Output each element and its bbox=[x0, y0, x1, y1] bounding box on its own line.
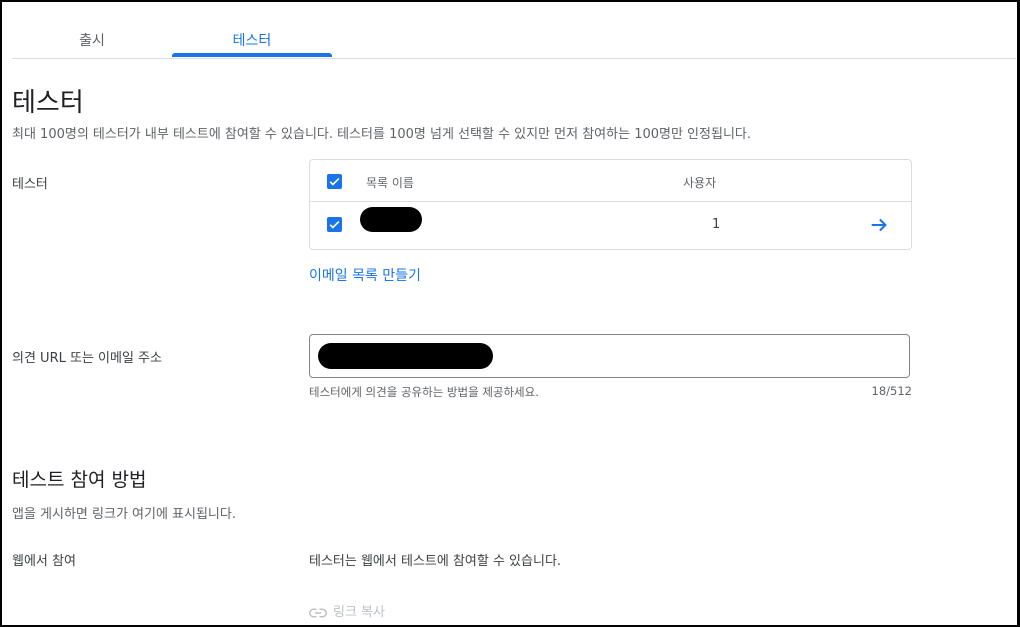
character-counter: 18/512 bbox=[871, 384, 912, 398]
redacted-list-name bbox=[360, 207, 422, 232]
web-join-label: 웹에서 참여 bbox=[12, 554, 76, 569]
row-checkbox[interactable] bbox=[327, 217, 342, 232]
window-frame bbox=[0, 0, 1020, 627]
copy-link-label: 링크 복사 bbox=[333, 605, 385, 620]
column-list-name: 목록 이름 bbox=[366, 176, 414, 190]
create-email-list-link[interactable]: 이메일 목록 만들기 bbox=[309, 265, 421, 285]
join-section-title: 테스트 참여 방법 bbox=[12, 469, 147, 491]
redacted-feedback-value bbox=[318, 343, 493, 369]
active-tab-indicator bbox=[172, 53, 332, 57]
page-description: 최대 100명의 테스터가 내부 테스트에 참여할 수 있습니다. 테스터를 1… bbox=[12, 127, 751, 142]
web-join-text: 테스터는 웹에서 테스트에 참여할 수 있습니다. bbox=[309, 554, 562, 569]
feedback-input[interactable] bbox=[309, 334, 910, 378]
tester-lists-table: 목록 이름 사용자 1 bbox=[309, 159, 912, 250]
join-section-subtitle: 앱을 게시하면 링크가 여기에 표시됩니다. bbox=[12, 507, 236, 522]
check-icon bbox=[329, 220, 340, 229]
table-header: 목록 이름 사용자 bbox=[310, 160, 911, 202]
select-all-checkbox[interactable] bbox=[327, 174, 342, 189]
copy-link-button[interactable]: 링크 복사 bbox=[309, 601, 385, 620]
page-title: 테스터 bbox=[12, 88, 84, 118]
column-users: 사용자 bbox=[683, 176, 717, 190]
tab-bar: 출시 테스터 bbox=[12, 0, 1016, 59]
tab-testers[interactable]: 테스터 bbox=[172, 30, 332, 50]
tab-release[interactable]: 출시 bbox=[12, 30, 172, 50]
check-icon bbox=[329, 177, 340, 186]
link-icon bbox=[309, 608, 327, 617]
row-user-count: 1 bbox=[712, 217, 721, 232]
testers-label: 테스터 bbox=[12, 177, 48, 192]
feedback-hint: 테스터에게 의견을 공유하는 방법을 제공하세요. bbox=[309, 385, 539, 399]
feedback-label: 의견 URL 또는 이메일 주소 bbox=[12, 351, 162, 366]
arrow-forward-icon[interactable] bbox=[868, 214, 890, 236]
